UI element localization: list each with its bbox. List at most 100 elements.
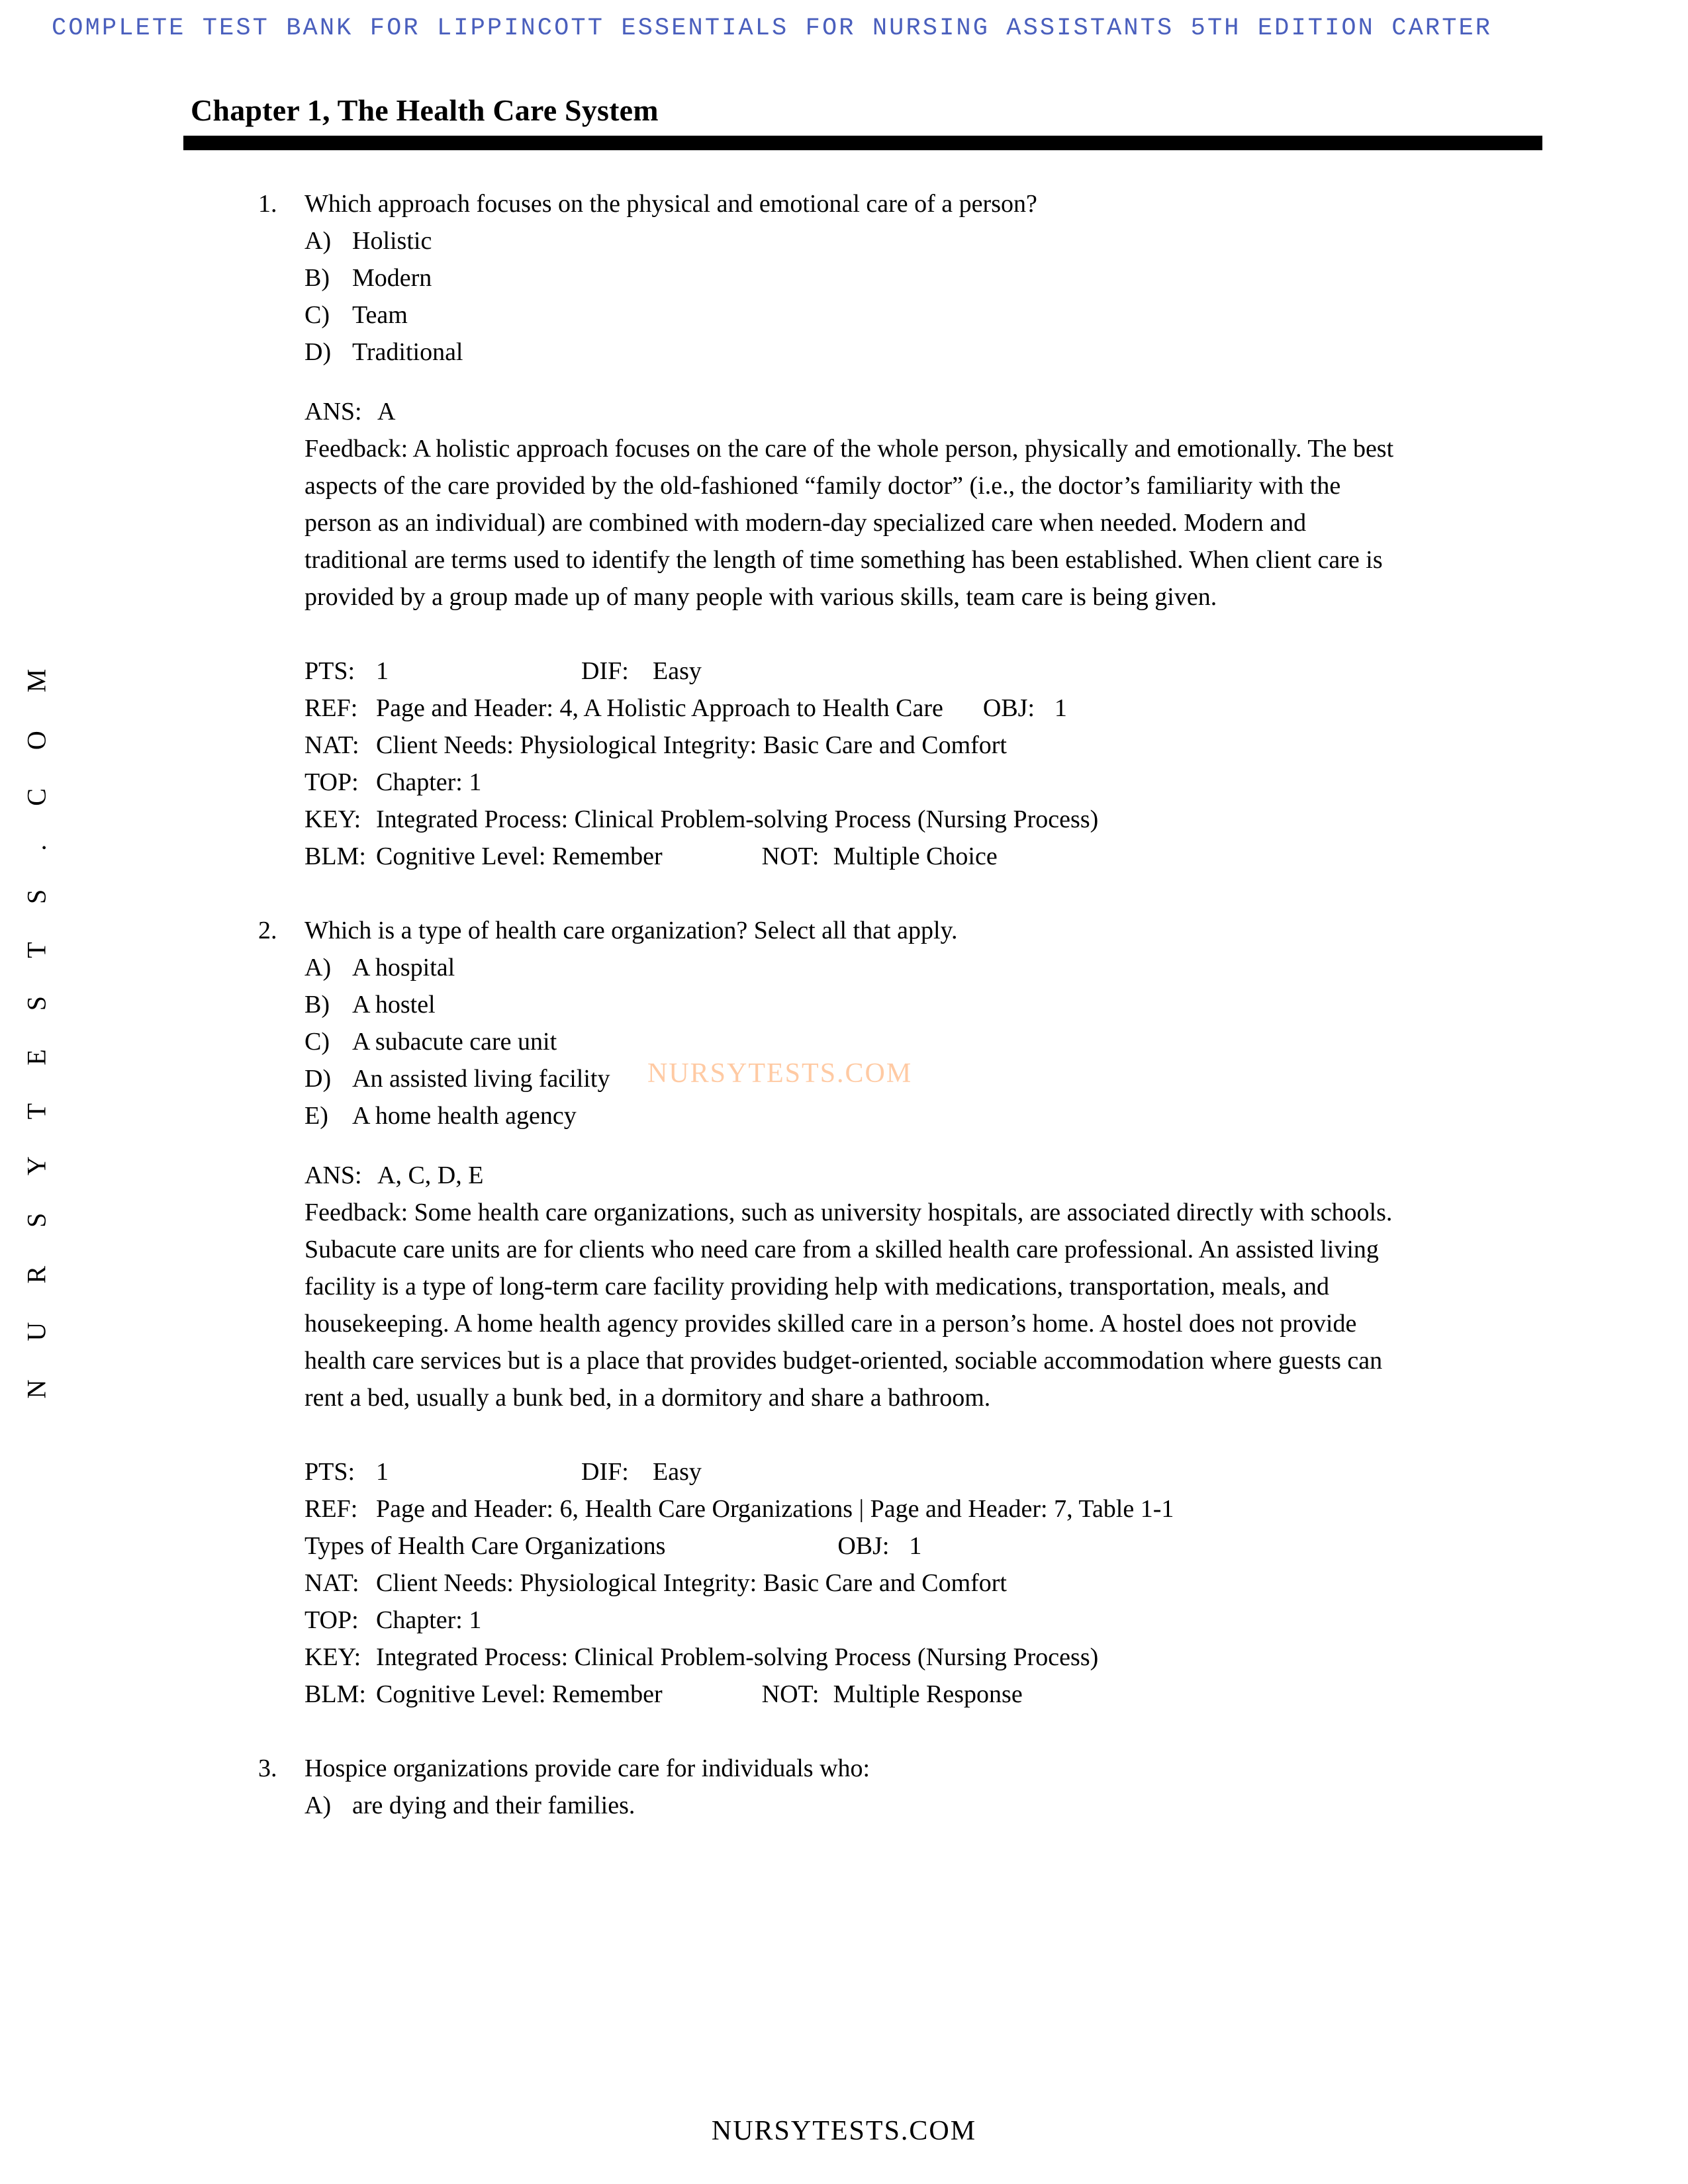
answer-line: ANS: A, C, D, E [0, 1157, 1688, 1194]
metadata-row-top: TOP: Chapter: 1 [305, 764, 1688, 801]
choice-list: A) Holistic B) Modern C) Team D) Traditi… [0, 222, 1688, 371]
metadata-value: Integrated Process: Clinical Problem-sol… [376, 805, 1099, 833]
metadata-key: BLM: [305, 1680, 366, 1708]
metadata-value: Easy [653, 657, 702, 685]
question-stem: Which is a type of health care organizat… [305, 917, 958, 944]
metadata-value: 1 [1054, 694, 1067, 722]
choice-item[interactable]: C) Team [305, 296, 1688, 334]
metadata-value: Types of Health Care Organizations [305, 1532, 666, 1560]
metadata-block: PTS: 1 DIF: Easy REF: Page and Header: 4, A … [0, 653, 1688, 875]
metadata-key: NOT: [761, 1680, 820, 1708]
choice-item[interactable]: D) Traditional [305, 334, 1688, 371]
metadata-block: PTS: 1 DIF: Easy REF: Page and Header: 6, He… [0, 1453, 1688, 1713]
metadata-key: PTS: [305, 657, 355, 685]
choice-list: A) A hospital B) A hostel C) A subacute … [0, 949, 1688, 1134]
metadata-row-pts: PTS: 1 DIF: Easy [305, 1453, 1688, 1490]
page-header-banner: COMPLETE TEST BANK FOR LIPPINCOTT ESSENT… [52, 15, 1493, 42]
choice-letter: E) [305, 1102, 328, 1130]
metadata-key: OBJ: [982, 694, 1035, 722]
feedback-text: Feedback: Some health care organizations… [305, 1199, 1393, 1412]
question-block: 2. Which is a type of health care organi… [0, 912, 1688, 1713]
metadata-value: Page and Header: 4, A Holistic Approach … [376, 694, 943, 722]
choice-item[interactable]: C) A subacute care unit [305, 1023, 1688, 1060]
choice-letter: D) [305, 338, 332, 366]
metadata-row-blm: BLM: Cognitive Level: Remember NOT: Multipl… [305, 838, 1688, 875]
metadata-key: REF: [305, 1495, 358, 1523]
metadata-key: OBJ: [837, 1532, 890, 1560]
metadata-value: Multiple Choice [833, 842, 998, 870]
choice-letter: D) [305, 1065, 332, 1093]
metadata-key: NOT: [761, 842, 820, 870]
metadata-key: DIF: [581, 1458, 629, 1486]
answer-line: ANS: A [0, 393, 1688, 430]
metadata-value: Page and Header: 6, Health Care Organiza… [376, 1495, 1174, 1523]
question-stem: Hospice organizations provide care for i… [305, 1754, 870, 1782]
metadata-key: KEY: [305, 1643, 361, 1671]
choice-item[interactable]: D) An assisted living facility [305, 1060, 1688, 1097]
question-block: 1. Which approach focuses on the physica… [0, 185, 1688, 875]
metadata-value: Easy [653, 1458, 702, 1486]
choice-item[interactable]: A) Holistic [305, 222, 1688, 259]
metadata-value: 1 [376, 1458, 389, 1486]
answer-label: ANS: [305, 398, 362, 426]
metadata-key: PTS: [305, 1458, 355, 1486]
metadata-key: REF: [305, 694, 358, 722]
choice-item[interactable]: B) A hostel [305, 986, 1688, 1023]
document-body: 1. Which approach focuses on the physica… [0, 185, 1688, 1824]
answer-value: A, C, D, E [377, 1161, 484, 1189]
choice-letter: B) [305, 991, 330, 1019]
metadata-row-pts: PTS: 1 DIF: Easy [305, 653, 1688, 690]
metadata-value: Client Needs: Physiological Integrity: B… [376, 1569, 1007, 1597]
question-stem-row: 2. Which is a type of health care organi… [0, 912, 1688, 949]
choice-item[interactable]: B) Modern [305, 259, 1688, 296]
choice-text: Team [352, 301, 408, 329]
choice-text: A home health agency [352, 1102, 577, 1130]
choice-item[interactable]: A) are dying and their families. [305, 1787, 1688, 1824]
metadata-value: Chapter: 1 [376, 768, 482, 796]
metadata-value: Chapter: 1 [376, 1606, 482, 1634]
metadata-value: Cognitive Level: Remember [376, 842, 663, 870]
choice-item[interactable]: E) A home health agency [305, 1097, 1688, 1134]
metadata-row-nat: NAT: Client Needs: Physiological Integrit… [305, 1565, 1688, 1602]
center-watermark: NURSYTESTS.COM [647, 1058, 913, 1089]
metadata-key: NAT: [305, 731, 359, 759]
metadata-key: BLM: [305, 842, 366, 870]
page-footer: NURSYTESTS.COM [711, 2116, 977, 2146]
choice-item[interactable]: A) A hospital [305, 949, 1688, 986]
choice-text: Holistic [352, 227, 432, 255]
metadata-row-ref: REF: Page and Header: 4, A Holistic Appro… [305, 690, 1688, 727]
metadata-key: NAT: [305, 1569, 359, 1597]
feedback-text: Feedback: A holistic approach focuses on… [305, 435, 1394, 611]
choice-text: Traditional [352, 338, 463, 366]
metadata-value: 1 [909, 1532, 922, 1560]
metadata-value: Client Needs: Physiological Integrity: B… [376, 731, 1007, 759]
choice-text: Modern [352, 264, 432, 292]
choice-text: are dying and their families. [352, 1792, 635, 1819]
choice-letter: C) [305, 1028, 330, 1056]
choice-list: A) are dying and their families. [0, 1787, 1688, 1824]
choice-text: An assisted living facility [352, 1065, 610, 1093]
question-stem-row: 1. Which approach focuses on the physica… [0, 185, 1688, 222]
question-number: 2. [258, 917, 277, 944]
choice-letter: A) [305, 954, 332, 981]
metadata-row-top: TOP: Chapter: 1 [305, 1602, 1688, 1639]
question-number: 3. [258, 1754, 277, 1782]
question-stem: Which approach focuses on the physical a… [305, 190, 1037, 218]
metadata-value: Integrated Process: Clinical Problem-sol… [376, 1643, 1099, 1671]
metadata-row-key: KEY: Integrated Process: Clinical Problem… [305, 1639, 1688, 1676]
metadata-value: Multiple Response [833, 1680, 1023, 1708]
metadata-row-ref: REF: Page and Header: 6, Health Care Orga… [305, 1490, 1688, 1527]
choice-text: A hostel [352, 991, 436, 1019]
metadata-key: DIF: [581, 657, 629, 685]
answer-label: ANS: [305, 1161, 362, 1189]
choice-letter: A) [305, 227, 332, 255]
metadata-value: 1 [376, 657, 389, 685]
metadata-key: TOP: [305, 768, 359, 796]
metadata-row-key: KEY: Integrated Process: Clinical Problem… [305, 801, 1688, 838]
metadata-key: TOP: [305, 1606, 359, 1634]
